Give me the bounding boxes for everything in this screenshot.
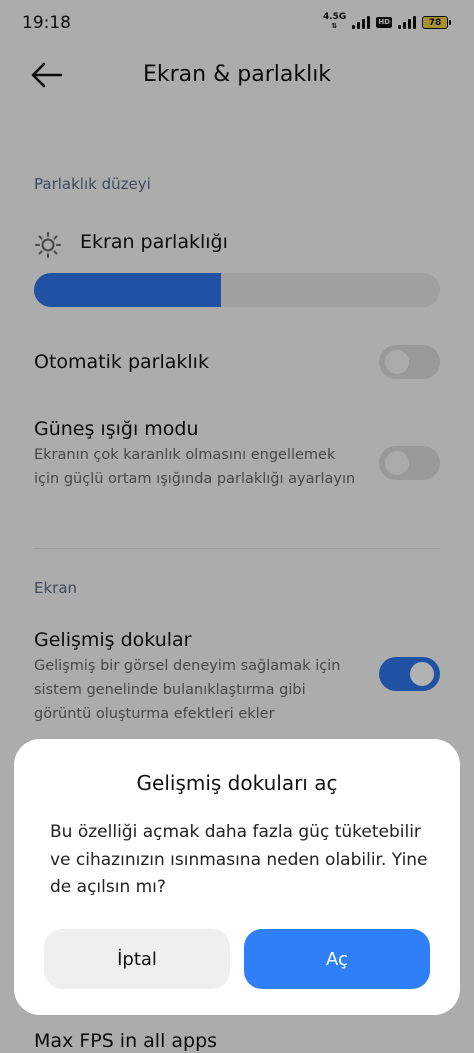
cancel-button[interactable]: İptal (44, 929, 230, 989)
confirm-dialog: Gelişmiş dokuları aç Bu özelliği açmak d… (14, 739, 460, 1015)
dialog-title: Gelişmiş dokuları aç (136, 771, 338, 795)
confirm-button[interactable]: Aç (244, 929, 430, 989)
settings-screen: 19:18 4.5G ⇅ HD 78 Ekran & parlaklık Par… (0, 0, 474, 1053)
dialog-message: Bu özelliği açmak daha fazla güç tüketeb… (50, 822, 428, 897)
